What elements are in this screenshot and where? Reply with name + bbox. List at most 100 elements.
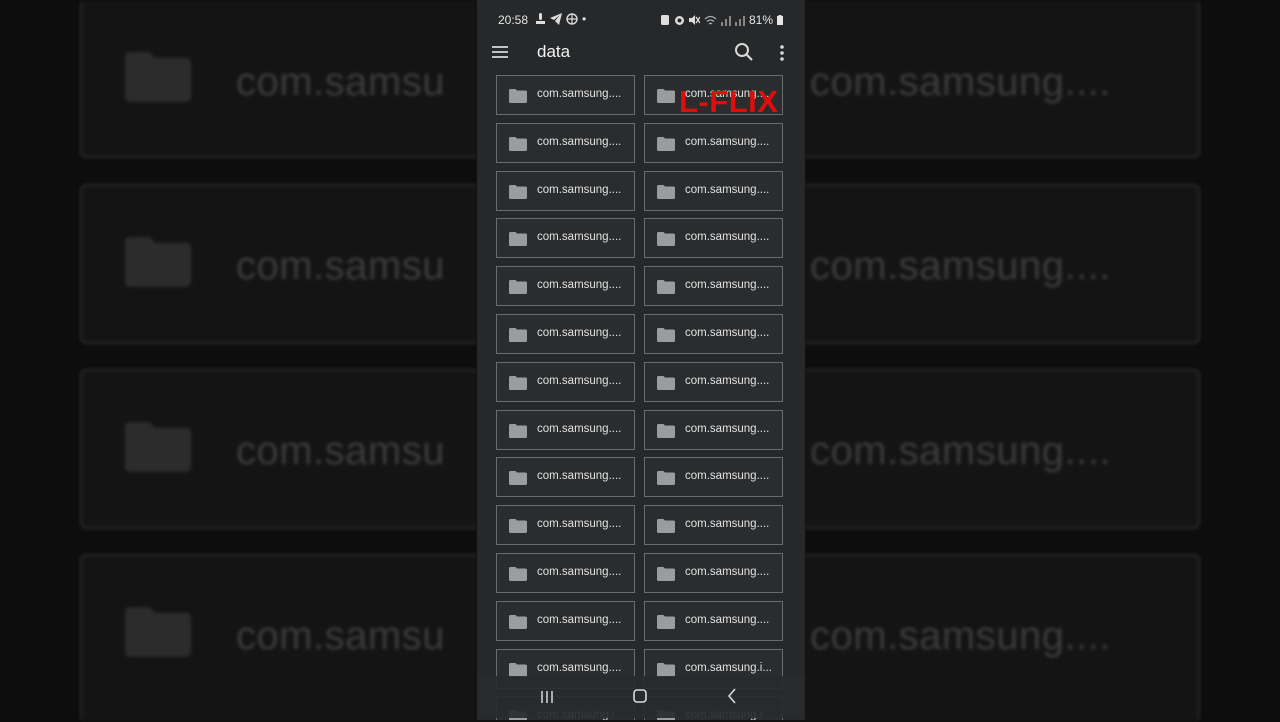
bg-label: com.samsu bbox=[236, 429, 445, 473]
folder-icon bbox=[657, 567, 675, 581]
folder-icon bbox=[509, 136, 527, 151]
folder-item[interactable]: com.samsung.... bbox=[644, 314, 783, 354]
folder-item[interactable]: com.samsung.... bbox=[644, 409, 783, 450]
folder-name: com.samsung.... bbox=[537, 518, 622, 531]
folder-icon bbox=[125, 607, 191, 657]
folder-name: com.samsung.... bbox=[537, 88, 622, 100]
folder-icon bbox=[509, 423, 527, 438]
folder-icon bbox=[509, 519, 527, 534]
folder-icon bbox=[509, 328, 527, 342]
folder-name: com.samsung.... bbox=[685, 135, 770, 148]
folder-item[interactable]: com.samsung.... bbox=[644, 218, 783, 259]
folder-icon bbox=[657, 423, 675, 438]
battery-percent: 81% bbox=[748, 13, 773, 27]
folder-icon bbox=[657, 280, 675, 295]
folder-item[interactable]: com.samsung.... bbox=[496, 75, 635, 115]
folder-item[interactable]: com.samsung.... bbox=[644, 266, 783, 307]
folder-icon bbox=[657, 471, 675, 486]
folder-item[interactable]: com.samsung.... bbox=[496, 266, 635, 307]
folder-name: com.samsung.... bbox=[685, 518, 770, 531]
folder-item[interactable]: com.samsung.... bbox=[644, 361, 783, 402]
pinwheel-icon bbox=[566, 13, 578, 25]
folder-icon bbox=[509, 89, 527, 103]
folder-item[interactable]: com.samsung.... bbox=[496, 600, 635, 641]
folder-icon bbox=[125, 422, 191, 472]
folder-icon bbox=[509, 232, 527, 247]
folder-icon bbox=[509, 567, 527, 581]
recents-icon[interactable] bbox=[540, 690, 554, 704]
notification-app-icon bbox=[536, 13, 545, 24]
status-bar: 20:58 • 81% bbox=[477, 0, 805, 40]
folder-item[interactable]: com.samsung.... bbox=[496, 361, 635, 402]
folder-item[interactable]: com.samsung.... bbox=[644, 600, 783, 641]
folder-icon bbox=[509, 614, 527, 629]
back-icon[interactable] bbox=[727, 688, 737, 704]
more-vert-icon[interactable] bbox=[775, 42, 789, 64]
folder-item[interactable]: com.samsung.... bbox=[644, 122, 783, 163]
home-icon[interactable] bbox=[633, 689, 647, 703]
folder-name: com.samsung.... bbox=[537, 374, 622, 387]
folder-name: com.samsung.... bbox=[537, 135, 622, 148]
folder-icon bbox=[509, 375, 527, 390]
folder-name: com.samsung.... bbox=[685, 231, 770, 244]
folder-item[interactable]: com.samsung.... bbox=[496, 505, 635, 546]
folder-item[interactable]: com.samsung.... bbox=[496, 122, 635, 163]
folder-icon bbox=[657, 89, 675, 103]
folder-icon bbox=[657, 662, 675, 677]
folder-name: com.samsung.... bbox=[537, 613, 622, 626]
phone-screen: 20:58 • 81% data com.samsung.... com.sams… bbox=[476, 0, 806, 720]
bg-label: com.samsung.... bbox=[810, 614, 1111, 658]
folder-icon bbox=[657, 232, 675, 247]
folder-name: com.samsung.... bbox=[537, 279, 622, 292]
folder-icon bbox=[509, 280, 527, 295]
mute-icon bbox=[688, 15, 700, 25]
folder-item[interactable]: com.samsung.... bbox=[644, 170, 783, 211]
folder-item[interactable]: com.samsung.... bbox=[496, 457, 635, 498]
signal-icon bbox=[720, 15, 731, 26]
search-icon[interactable] bbox=[733, 41, 755, 63]
bg-label: com.samsung.... bbox=[810, 429, 1111, 473]
folder-item[interactable]: com.samsung.... bbox=[644, 505, 783, 546]
folder-item[interactable]: com.samsung.... bbox=[644, 553, 783, 593]
folder-icon bbox=[657, 614, 675, 629]
signal-icon bbox=[734, 15, 745, 26]
folder-icon bbox=[509, 184, 527, 199]
folder-name: com.samsung.... bbox=[685, 183, 770, 196]
folder-icon bbox=[509, 662, 527, 677]
hamburger-menu-icon[interactable] bbox=[491, 44, 509, 60]
folder-icon bbox=[509, 471, 527, 486]
folder-item[interactable]: com.samsung.... bbox=[496, 409, 635, 450]
folder-name: com.samsung.... bbox=[537, 231, 622, 244]
folder-item[interactable]: com.samsung.... bbox=[496, 314, 635, 354]
folder-name: com.samsung.... bbox=[685, 279, 770, 292]
folder-icon bbox=[657, 375, 675, 390]
folder-name: com.samsung.... bbox=[685, 470, 770, 483]
page-title: data bbox=[537, 42, 571, 61]
folder-item[interactable]: com.samsung.... bbox=[496, 170, 635, 211]
folder-name: com.samsung.... bbox=[685, 613, 770, 626]
folder-item[interactable]: com.samsung.... bbox=[496, 553, 635, 593]
alarm-icon bbox=[674, 16, 684, 25]
folder-icon bbox=[125, 237, 191, 287]
folder-name: com.samsung.... bbox=[537, 566, 622, 578]
battery-saver-icon bbox=[660, 15, 669, 25]
folder-name: com.samsung.... bbox=[685, 374, 770, 387]
app-bar: data bbox=[477, 36, 805, 70]
folder-item[interactable]: com.samsung.... bbox=[644, 457, 783, 498]
folder-name: com.samsung.... bbox=[537, 183, 622, 196]
folder-name: com.samsung.... bbox=[537, 661, 622, 674]
bg-label: com.samsu bbox=[236, 244, 445, 288]
folder-name: com.samsung.... bbox=[537, 327, 622, 339]
bg-label: com.samsung.... bbox=[810, 60, 1111, 104]
folder-name: com.samsung.... bbox=[537, 422, 622, 435]
watermark-logo: L-FLIX bbox=[679, 84, 779, 119]
folder-icon bbox=[657, 519, 675, 534]
telegram-icon bbox=[550, 13, 562, 25]
folder-name: com.samsung.... bbox=[685, 422, 770, 435]
folder-icon bbox=[657, 184, 675, 199]
folder-icon bbox=[657, 136, 675, 151]
folder-icon bbox=[657, 328, 675, 342]
bg-label: com.samsu bbox=[236, 60, 445, 104]
folder-item[interactable]: com.samsung.... bbox=[496, 218, 635, 259]
status-dot: • bbox=[582, 12, 587, 26]
